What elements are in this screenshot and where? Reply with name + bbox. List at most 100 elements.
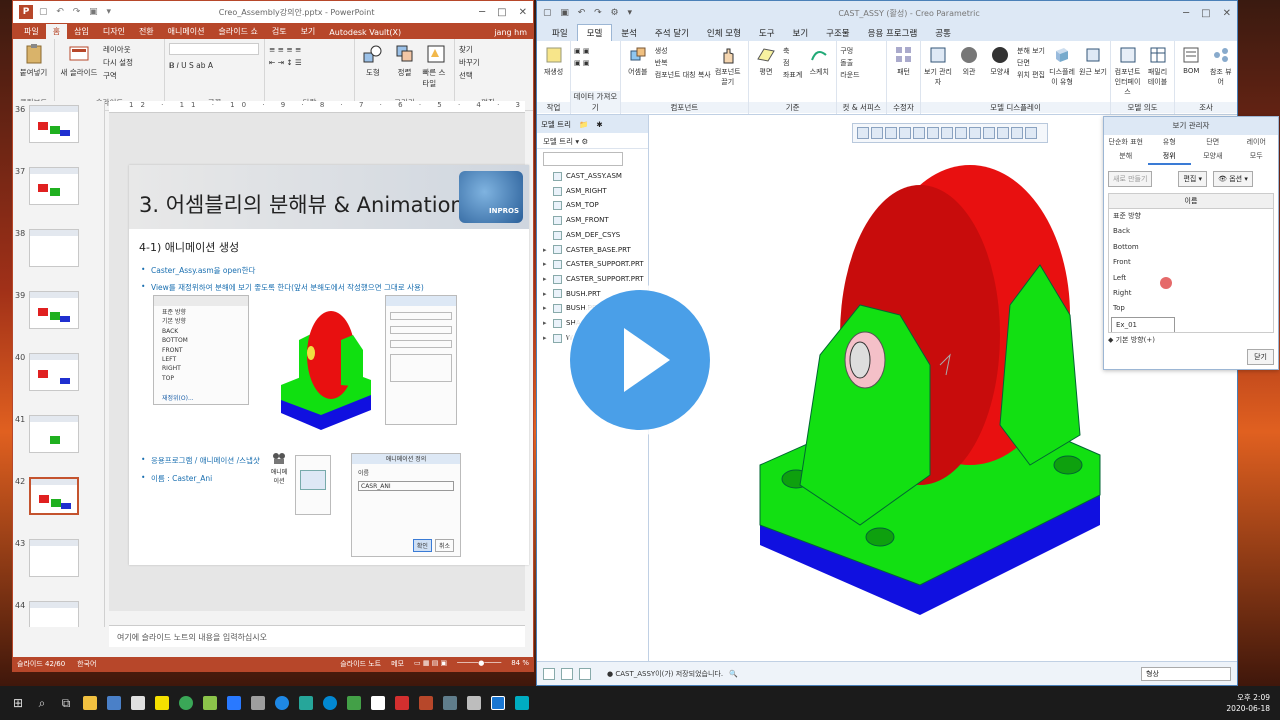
drag-components-button[interactable]: 컴포넌트 끌기: [714, 45, 742, 100]
tab-appearance[interactable]: 모양새: [1191, 149, 1235, 165]
app-icon[interactable]: [294, 692, 318, 714]
tab-tools[interactable]: 도구: [750, 25, 784, 41]
view-manager-icon[interactable]: [941, 127, 953, 139]
slide-thumbnail[interactable]: [29, 229, 79, 267]
kakaotalk-icon[interactable]: [150, 692, 174, 714]
component-interface-button[interactable]: 컴포넌트 인터페이스: [1114, 45, 1141, 100]
tab-transitions[interactable]: 전환: [132, 24, 161, 39]
browser-icon[interactable]: [561, 667, 573, 680]
plane-display-icon[interactable]: [997, 127, 1009, 139]
tab-animations[interactable]: 애니메이션: [161, 24, 212, 39]
maximize-icon[interactable]: □: [1201, 8, 1210, 19]
slide-thumbnail[interactable]: [29, 353, 79, 391]
display-type-button[interactable]: 디스플레이 유형: [1048, 45, 1076, 100]
assemble-button[interactable]: 어셈블: [624, 45, 652, 100]
slide-thumbnail[interactable]: [29, 539, 79, 577]
video-play-button[interactable]: [570, 290, 710, 430]
tab-sections[interactable]: 단면: [1191, 135, 1235, 149]
list-item[interactable]: Bottom: [1109, 240, 1273, 255]
selection-filter[interactable]: 형상: [1141, 666, 1231, 681]
expand-arrow-icon[interactable]: ▸: [543, 301, 549, 316]
expand-arrow-icon[interactable]: ▸: [543, 287, 549, 302]
tab-view[interactable]: 보기: [784, 25, 818, 41]
tab-slideshow[interactable]: 슬라이드 쇼: [211, 24, 264, 39]
regenerate-button[interactable]: 재생성: [540, 45, 567, 100]
app-icon[interactable]: [366, 692, 390, 714]
thumb-row[interactable]: 40: [13, 349, 104, 411]
quick-access-toolbar[interactable]: ▢ ↶ ↷ ▣ ▾: [39, 7, 114, 17]
perspective-view-button[interactable]: 원근 보기: [1079, 45, 1107, 100]
expand-arrow-icon[interactable]: ▸: [543, 243, 549, 258]
task-view-icon[interactable]: ⧉: [54, 692, 78, 714]
tab-model[interactable]: 모델: [576, 24, 613, 41]
tab-layers[interactable]: 레이어: [1235, 135, 1279, 149]
acrobat-icon[interactable]: [390, 692, 414, 714]
csys-button[interactable]: 좌표계: [783, 69, 802, 81]
model-tree-item[interactable]: CAST_ASSY.ASM: [537, 169, 648, 184]
plane-button[interactable]: 평면: [752, 45, 780, 100]
new-view-name-input[interactable]: Ex_01: [1111, 316, 1175, 332]
app-icon[interactable]: [246, 692, 270, 714]
powerpoint-icon[interactable]: [414, 692, 438, 714]
model-tree-toolbar[interactable]: 모델 트리 ▾ ⚙: [537, 133, 648, 149]
system-clock[interactable]: 오후 2:09 2020-06-18: [1226, 692, 1274, 714]
creo-icon[interactable]: [486, 692, 510, 714]
app-icon[interactable]: [102, 692, 126, 714]
list-item[interactable]: Left: [1109, 271, 1273, 286]
sketch-button[interactable]: 스케치: [805, 45, 833, 100]
app-icon[interactable]: [462, 692, 486, 714]
reference-viewer-button[interactable]: 참조 뷰어: [1208, 45, 1235, 100]
minimize-icon[interactable]: ─: [1183, 8, 1189, 19]
refit-icon[interactable]: [857, 127, 869, 139]
current-slide[interactable]: 3. 어셈블리의 분해뷰 & Animation INPROS 4-1) 애니메…: [129, 165, 529, 565]
tab-file[interactable]: 파일: [17, 24, 46, 39]
close-icon[interactable]: ✕: [519, 7, 527, 18]
bom-button[interactable]: BOM: [1178, 45, 1205, 100]
point-button[interactable]: 점: [783, 57, 802, 69]
view-buttons[interactable]: ▭ ▦ ▤ ▣: [414, 659, 447, 669]
tab-explode[interactable]: 분해: [1104, 149, 1148, 165]
hole-button[interactable]: 구멍: [840, 45, 859, 57]
app-icon[interactable]: [438, 692, 462, 714]
tab-manikin[interactable]: 인체 모형: [698, 25, 750, 41]
app-icon[interactable]: [126, 692, 150, 714]
find-button[interactable]: 찾기: [459, 43, 480, 56]
user-name[interactable]: jang hm: [488, 26, 533, 39]
tab-framework[interactable]: 구조물: [817, 25, 858, 41]
slide-title[interactable]: 3. 어셈블리의 분해뷰 & Animation: [139, 189, 464, 219]
list-item[interactable]: Right: [1109, 286, 1273, 301]
saved-views-icon[interactable]: [927, 127, 939, 139]
app-icon[interactable]: [342, 692, 366, 714]
maximize-icon[interactable]: □: [497, 7, 506, 18]
find-icon[interactable]: 🔍: [729, 670, 738, 678]
thumb-row[interactable]: 36: [13, 101, 104, 163]
thumb-row[interactable]: 44: [13, 597, 104, 627]
tab-style[interactable]: 유형: [1148, 135, 1192, 149]
tab-applications[interactable]: 응용 프로그램: [859, 25, 927, 41]
zoom-out-icon[interactable]: [885, 127, 897, 139]
app-icon[interactable]: [510, 692, 534, 714]
axis-display-icon[interactable]: [1011, 127, 1023, 139]
section-button[interactable]: 구역: [103, 69, 133, 82]
slide-thumbnail[interactable]: [29, 291, 79, 329]
family-table-button[interactable]: 패밀리 테이블: [1144, 45, 1171, 100]
thumb-row[interactable]: 39: [13, 287, 104, 349]
pattern-button[interactable]: 패턴: [890, 45, 917, 100]
full-screen-icon[interactable]: [579, 667, 591, 680]
close-icon[interactable]: ✕: [1223, 8, 1231, 19]
tab-annotate[interactable]: 주석 달기: [646, 25, 698, 41]
section-button[interactable]: 단면: [1017, 57, 1045, 69]
new-view-button[interactable]: 새로 만들기: [1108, 171, 1153, 187]
slide-thumbnail[interactable]: [29, 167, 79, 205]
tab-analysis[interactable]: 분석: [612, 25, 646, 41]
thumb-row[interactable]: 38: [13, 225, 104, 287]
expand-arrow-icon[interactable]: ▸: [543, 331, 549, 346]
axis-button[interactable]: 축: [783, 45, 802, 57]
view-manager-button[interactable]: 보기 관리자: [924, 45, 952, 100]
tab-file[interactable]: 파일: [543, 25, 577, 41]
creo-quick-access-toolbar[interactable]: ▢ ▣ ↶ ↷ ⚙ ▾: [543, 8, 635, 18]
expand-arrow-icon[interactable]: ▸: [543, 272, 549, 287]
file-explorer-icon[interactable]: [78, 692, 102, 714]
spin-center-icon[interactable]: [983, 127, 995, 139]
tab-model-tree[interactable]: 모델 트리: [541, 119, 571, 130]
